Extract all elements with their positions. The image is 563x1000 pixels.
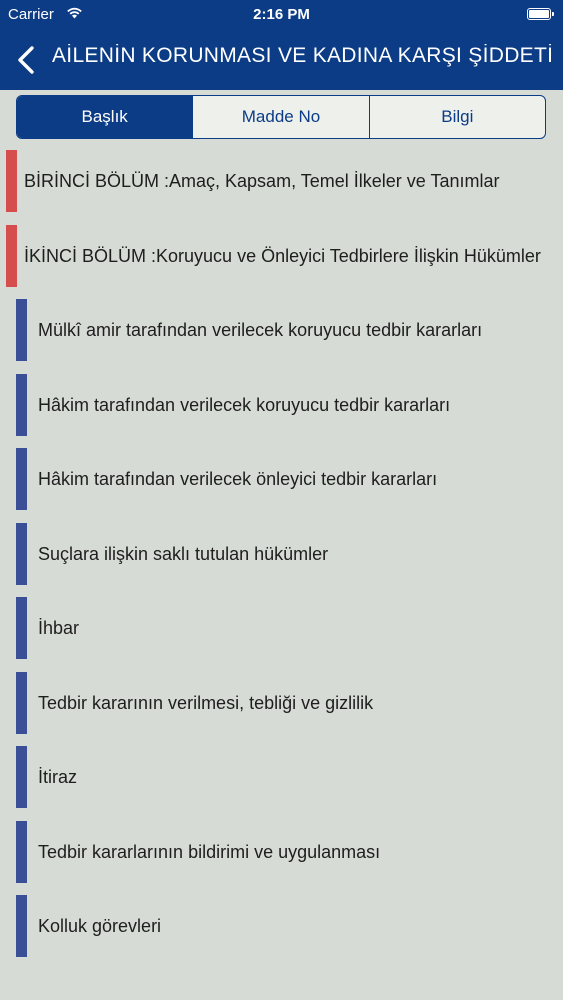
navigation-bar: AİLENİN KORUNMASI VE KADINA KARŞI ŞİDDET… (0, 30, 563, 90)
list-item-label: Mülkî amir tarafından verilecek koruyucu… (38, 320, 483, 340)
article-marker (16, 522, 27, 585)
article-marker (16, 895, 27, 957)
segmented-control: Başlık Madde No Bilgi (16, 95, 546, 139)
list-item-label: BİRİNCİ BÖLÜM :Amaç, Kapsam, Temel İlkel… (24, 171, 500, 191)
article-marker (16, 299, 27, 361)
chapter-marker (6, 224, 17, 287)
list-item[interactable]: Hâkim tarafından verilecek koruyucu tedb… (0, 373, 563, 449)
status-bar: Carrier 2:16 PM (0, 0, 563, 30)
list-item-label: Tedbir kararlarının bildirimi ve uygulan… (38, 841, 381, 862)
list-item[interactable]: Tedbir kararının verilmesi, tebliği ve g… (0, 671, 563, 747)
list-item[interactable]: Kolluk görevleri (0, 895, 563, 970)
segment-madde-no[interactable]: Madde No (192, 96, 368, 138)
list-item[interactable]: İtiraz (0, 746, 563, 821)
segment-baslik[interactable]: Başlık (17, 96, 193, 138)
list-item-label: İKİNCİ BÖLÜM :Koruyucu ve Önleyici Tedbi… (24, 245, 541, 266)
article-marker (16, 448, 27, 510)
article-marker (16, 671, 27, 734)
chevron-left-icon (18, 46, 34, 74)
list-item-label: Tedbir kararının verilmesi, tebliği ve g… (38, 692, 374, 713)
article-marker (16, 746, 27, 808)
list-item-label: İhbar (38, 618, 80, 638)
list-item[interactable]: BİRİNCİ BÖLÜM :Amaç, Kapsam, Temel İlkel… (0, 150, 563, 225)
page-title: AİLENİN KORUNMASI VE KADINA KARŞI ŞİDDET… (52, 44, 551, 67)
list-item-label: İtiraz (38, 767, 78, 787)
list-item[interactable]: Mülkî amir tarafından verilecek koruyucu… (0, 299, 563, 374)
header: Carrier 2:16 PM AİLENİN KORUNMASI VE KAD… (0, 0, 563, 90)
list-item-label: Hâkim tarafından verilecek koruyucu tedb… (38, 394, 451, 415)
list-item[interactable]: İKİNCİ BÖLÜM :Koruyucu ve Önleyici Tedbi… (0, 224, 563, 300)
list-item-label: Hâkim tarafından verilecek önleyici tedb… (38, 469, 438, 489)
article-marker (16, 820, 27, 883)
list-item[interactable]: İhbar (0, 597, 563, 672)
status-time: 2:16 PM (253, 6, 310, 23)
list-item-label: Kolluk görevleri (38, 916, 162, 936)
back-button[interactable] (12, 40, 42, 80)
list-item[interactable]: Tedbir kararlarının bildirimi ve uygulan… (0, 820, 563, 896)
article-list: BİRİNCİ BÖLÜM :Amaç, Kapsam, Temel İlkel… (0, 150, 563, 970)
list-item[interactable]: Hâkim tarafından verilecek önleyici tedb… (0, 448, 563, 523)
article-marker (16, 597, 27, 659)
list-item-label: Suçlara ilişkin saklı tutulan hükümler (38, 543, 329, 564)
article-marker (16, 373, 27, 436)
segment-bilgi[interactable]: Bilgi (368, 96, 545, 138)
battery-icon (527, 8, 554, 20)
list-item[interactable]: Suçlara ilişkin saklı tutulan hükümler (0, 522, 563, 598)
chapter-marker (6, 150, 17, 212)
